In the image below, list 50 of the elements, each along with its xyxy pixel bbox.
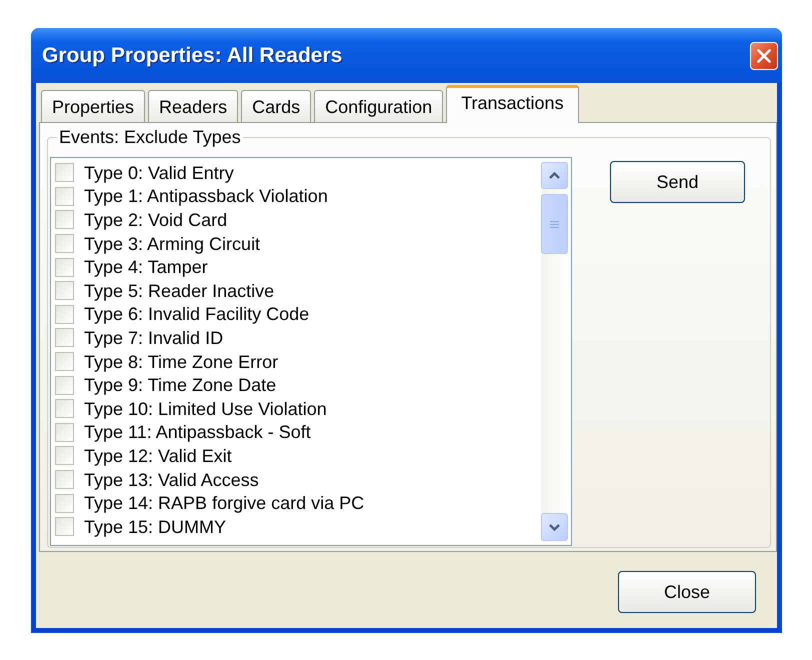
checkbox[interactable]: [55, 163, 74, 182]
event-type-label: Type 11: Antipassback - Soft: [84, 423, 311, 442]
tab[interactable]: Readers: [148, 90, 238, 122]
checkbox[interactable]: [55, 210, 74, 230]
tab[interactable]: Transactions: [446, 85, 579, 123]
checkbox[interactable]: [55, 470, 74, 490]
event-type-label: Type 7: Invalid ID: [84, 328, 224, 347]
event-type-label: Type 1: Antipassback Violation: [84, 187, 328, 206]
event-type-label: Type 12: Valid Exit: [84, 446, 232, 465]
checkbox[interactable]: [55, 494, 74, 513]
event-type-label: Type 2: Void Card: [84, 210, 228, 229]
checkbox[interactable]: [55, 446, 74, 466]
checkbox[interactable]: [55, 399, 74, 418]
event-type-label: Type 10: Limited Use Violation: [84, 400, 327, 418]
event-type-label: Type 3: Arming Circuit: [84, 234, 260, 253]
window-title: Group Properties: All Readers: [42, 45, 342, 66]
checkbox[interactable]: [55, 186, 74, 206]
event-type-label: Type 0: Valid Entry: [84, 164, 234, 182]
checkbox[interactable]: [55, 517, 74, 536]
checkbox[interactable]: [55, 304, 74, 324]
chevron-up-icon: [549, 172, 560, 179]
tab[interactable]: Properties: [41, 90, 146, 122]
send-button[interactable]: Send: [610, 161, 745, 203]
event-type-label: Type 15: DUMMY: [84, 518, 226, 536]
scroll-up-button[interactable]: [541, 162, 568, 189]
event-type-label: Type 9: Time Zone Date: [84, 376, 276, 394]
close-icon: [757, 48, 771, 62]
event-type-label: Type 4: Tamper: [84, 258, 208, 276]
event-type-label: Type 6: Invalid Facility Code: [84, 305, 310, 324]
scrollbar-track[interactable]: [541, 162, 568, 541]
tab[interactable]: Cards: [241, 90, 312, 122]
group-label: Events: Exclude Types: [57, 127, 243, 147]
scroll-down-button[interactable]: [541, 513, 568, 541]
checkbox[interactable]: [55, 258, 74, 277]
chevron-down-icon: [549, 524, 560, 530]
close-button[interactable]: Close: [618, 571, 756, 613]
checkbox[interactable]: [55, 281, 74, 300]
scroll-thumb[interactable]: [541, 194, 568, 254]
checkbox[interactable]: [55, 234, 74, 254]
checkbox[interactable]: [55, 328, 74, 348]
checkbox[interactable]: [55, 422, 74, 442]
tab[interactable]: Configuration: [314, 90, 444, 122]
window-close-button[interactable]: [750, 42, 778, 70]
event-type-label: Type 14: RAPB forgive card via PC: [84, 494, 364, 512]
event-type-label: Type 5: Reader Inactive: [84, 282, 274, 300]
grip-icon: [550, 220, 559, 228]
event-type-label: Type 8: Time Zone Error: [84, 352, 278, 371]
event-type-label: Type 13: Valid Access: [84, 470, 259, 489]
checkbox[interactable]: [55, 352, 74, 372]
checkbox[interactable]: [55, 376, 74, 395]
